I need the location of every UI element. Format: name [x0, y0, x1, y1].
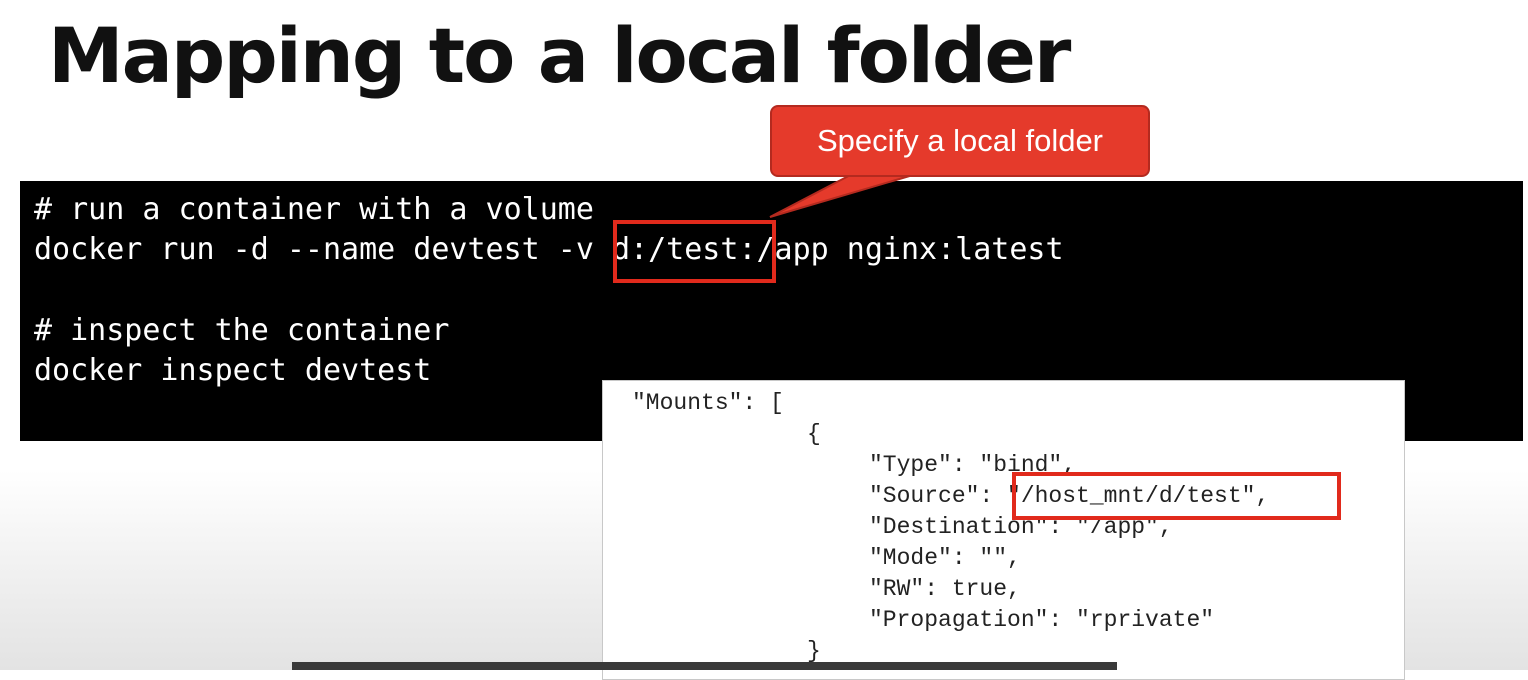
callout-bubble: Specify a local folder [770, 105, 1150, 177]
callout-pointer [769, 169, 931, 218]
highlight-box-local-path [613, 220, 776, 283]
callout-arrow-shape [769, 169, 931, 218]
highlight-box-host-source [1012, 472, 1341, 520]
bottom-bar [292, 662, 1117, 670]
callout-text: Specify a local folder [816, 123, 1104, 158]
